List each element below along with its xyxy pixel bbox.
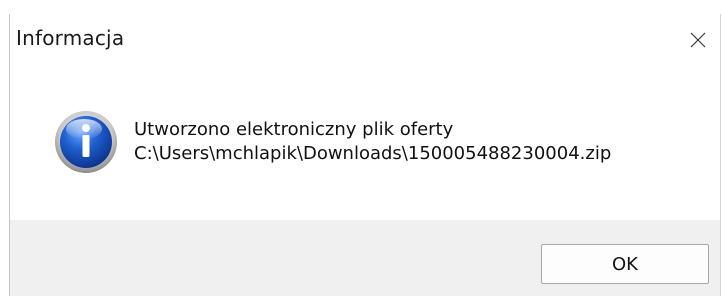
close-button[interactable]: [676, 14, 720, 66]
info-icon: [55, 111, 117, 173]
window-border-right: [720, 14, 721, 296]
message-line-1: Utworzono elektroniczny plik oferty: [134, 119, 454, 140]
button-bar: OK: [10, 220, 720, 296]
dialog-content: Utworzono elektroniczny plik oferty C:\U…: [10, 66, 720, 220]
close-icon: [690, 32, 706, 48]
ok-button[interactable]: OK: [541, 244, 709, 284]
message-line-2: C:\Users\mchlapik\Downloads\150005488230…: [134, 143, 612, 164]
message-dialog: Informacja Utworzono elektroniczny plik …: [0, 0, 722, 296]
message-text: Utworzono elektroniczny plik oferty C:\U…: [134, 118, 611, 166]
title-bar[interactable]: Informacja: [10, 14, 720, 66]
window-title: Informacja: [16, 26, 125, 50]
